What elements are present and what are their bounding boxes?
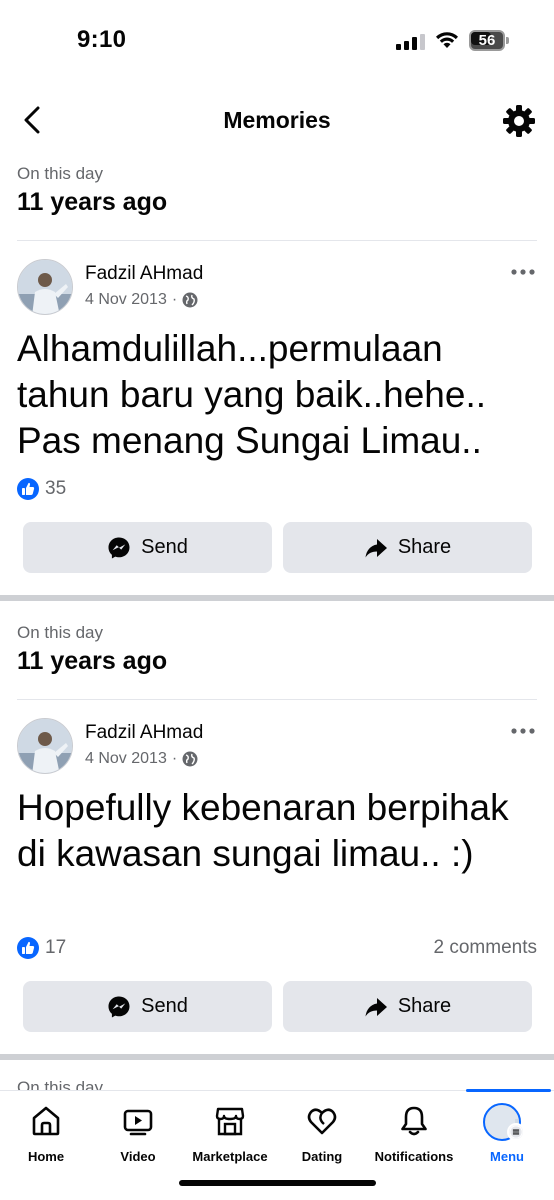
post-author[interactable]: Fadzil AHmad (85, 263, 203, 285)
meta-separator: · (171, 291, 178, 308)
avatar[interactable] (17, 718, 73, 774)
tab-video[interactable]: Video (92, 1091, 184, 1181)
more-options-icon[interactable] (510, 727, 536, 735)
comment-count[interactable]: 2 comments (434, 937, 537, 959)
page-title: Memories (223, 107, 331, 133)
tab-home[interactable]: Home (0, 1091, 92, 1181)
header: Memories (0, 90, 554, 150)
tab-menu[interactable]: Menu (461, 1091, 553, 1181)
status-time: 9:10 (77, 26, 127, 53)
like-count: 17 (45, 937, 67, 958)
cellular-signal-icon (396, 34, 425, 50)
section-label-peek: On this day (17, 1078, 103, 1090)
post-meta: 4 Nov 2013 · (85, 750, 198, 768)
like-reaction-icon (17, 937, 39, 959)
share-arrow-icon (365, 538, 387, 557)
share-label: Share (397, 995, 452, 1017)
section-label: On this day (17, 623, 103, 642)
post-date: 4 Nov 2013 (85, 750, 167, 767)
dating-icon (307, 1108, 337, 1135)
reaction-count[interactable]: 17 (17, 937, 66, 959)
tab-label: Marketplace (192, 1149, 268, 1164)
section-separator (0, 1054, 554, 1060)
post-author[interactable]: Fadzil AHmad (85, 722, 203, 744)
section-label: On this day (17, 164, 103, 183)
share-button[interactable]: Share (283, 522, 532, 573)
share-label: Share (397, 536, 452, 558)
home-icon (32, 1106, 60, 1136)
tab-label: Dating (301, 1149, 343, 1164)
post-text: Alhamdulillah...permulaan tahun baru yan… (17, 328, 487, 461)
share-button[interactable]: Share (283, 981, 532, 1032)
messenger-icon (108, 537, 130, 558)
globe-public-icon (182, 292, 198, 308)
post-text: Hopefully kebenaran berpihak di kawasan … (17, 787, 509, 874)
share-arrow-icon (365, 997, 387, 1016)
section-years-ago: 11 years ago (17, 647, 168, 675)
messenger-icon (108, 996, 130, 1017)
battery-level: 56 (478, 32, 496, 49)
tab-label: Home (27, 1149, 65, 1164)
status-bar: 9:10 56 (0, 0, 554, 84)
tab-label: Notifications (374, 1149, 454, 1164)
like-count: 35 (45, 478, 67, 499)
globe-public-icon (182, 751, 198, 767)
send-button[interactable]: Send (23, 522, 272, 573)
section-separator (0, 595, 554, 601)
wifi-icon (436, 32, 458, 48)
hamburger-menu-icon (507, 1123, 525, 1141)
like-reaction-icon (17, 478, 39, 500)
video-icon (123, 1109, 153, 1136)
divider (17, 699, 537, 700)
avatar[interactable] (17, 259, 73, 315)
more-options-icon[interactable] (510, 268, 536, 276)
divider (17, 240, 537, 241)
send-label: Send (141, 536, 188, 558)
send-label: Send (141, 995, 188, 1017)
tab-dating[interactable]: Dating (276, 1091, 368, 1181)
home-indicator (179, 1180, 376, 1186)
tab-notifications[interactable]: Notifications (368, 1091, 460, 1181)
send-button[interactable]: Send (23, 981, 272, 1032)
marketplace-icon (215, 1107, 245, 1136)
bell-icon (401, 1106, 427, 1136)
settings-gear-icon[interactable] (502, 104, 536, 138)
tab-label: Video (120, 1149, 156, 1164)
section-years-ago: 11 years ago (17, 188, 168, 216)
reaction-count[interactable]: 35 (17, 478, 66, 500)
meta-separator: · (171, 750, 178, 767)
post-date: 4 Nov 2013 (85, 291, 167, 308)
post-meta: 4 Nov 2013 · (85, 291, 198, 309)
battery-indicator: 56 (469, 30, 509, 51)
tab-marketplace[interactable]: Marketplace (184, 1091, 276, 1181)
tab-label: Menu (490, 1149, 524, 1164)
